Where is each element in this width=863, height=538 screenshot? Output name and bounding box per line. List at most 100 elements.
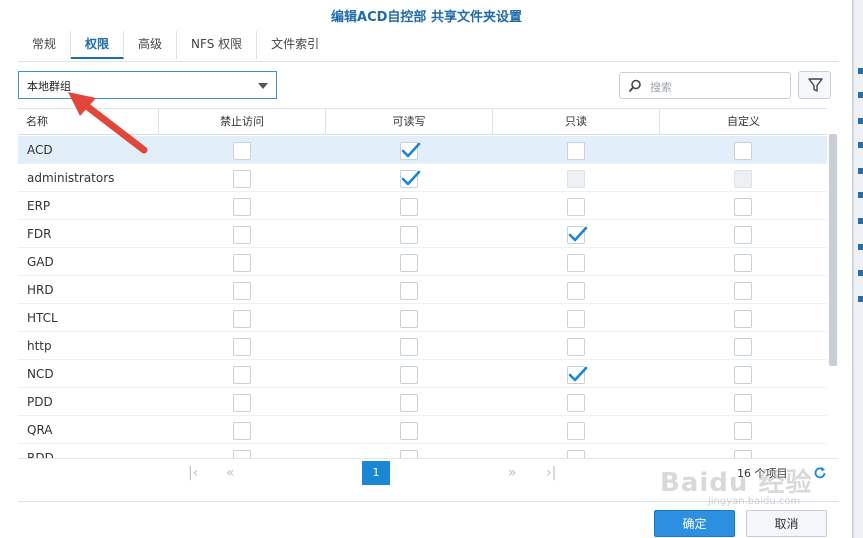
table-row[interactable]: NCD	[18, 360, 827, 388]
column-header-deny[interactable]: 禁止访问	[159, 109, 326, 135]
row-name: GAD	[27, 255, 54, 269]
tab-file-index[interactable]: 文件索引	[257, 31, 333, 59]
read-only-checkbox[interactable]	[567, 338, 585, 356]
deny-checkbox[interactable]	[233, 366, 251, 384]
row-name: RDD	[27, 451, 54, 458]
read-only-checkbox[interactable]	[567, 254, 585, 272]
tab-bar: 常规 权限 高级 NFS 权限 文件索引	[18, 31, 333, 59]
edge-tick	[858, 270, 863, 276]
last-page-button[interactable]: ›|	[546, 465, 556, 481]
read-write-checkbox[interactable]	[400, 450, 418, 458]
deny-checkbox[interactable]	[233, 422, 251, 440]
prev-page-button[interactable]: «	[226, 465, 235, 481]
read-write-checkbox[interactable]	[400, 422, 418, 440]
deny-checkbox[interactable]	[233, 450, 251, 458]
checkmark-icon	[568, 366, 588, 382]
filter-button[interactable]	[798, 71, 831, 99]
filter-icon	[808, 78, 823, 92]
custom-checkbox[interactable]	[734, 366, 752, 384]
deny-checkbox[interactable]	[233, 254, 251, 272]
custom-checkbox[interactable]	[734, 282, 752, 300]
first-page-button[interactable]: |‹	[188, 465, 198, 481]
edge-tick	[858, 142, 863, 148]
deny-checkbox[interactable]	[233, 198, 251, 216]
refresh-icon[interactable]	[813, 466, 827, 480]
read-write-checkbox[interactable]	[400, 170, 421, 188]
table-row[interactable]: FDR	[18, 220, 827, 248]
read-only-checkbox[interactable]	[567, 366, 588, 384]
ok-button[interactable]: 确定	[654, 510, 735, 537]
deny-checkbox[interactable]	[233, 142, 251, 160]
column-header-custom[interactable]: 自定义	[660, 109, 827, 135]
column-header-read-only[interactable]: 只读	[493, 109, 660, 135]
read-only-checkbox[interactable]	[567, 142, 585, 160]
read-only-checkbox[interactable]	[567, 198, 585, 216]
read-only-checkbox[interactable]	[567, 310, 585, 328]
read-write-checkbox[interactable]	[400, 254, 418, 272]
read-write-checkbox[interactable]	[400, 226, 418, 244]
deny-checkbox[interactable]	[233, 394, 251, 412]
checkmark-icon	[401, 170, 421, 186]
row-name: ACD	[27, 143, 53, 157]
custom-checkbox[interactable]	[734, 142, 752, 160]
search-icon	[628, 79, 641, 93]
tab-nfs-permissions[interactable]: NFS 权限	[177, 31, 258, 59]
deny-checkbox[interactable]	[233, 226, 251, 244]
next-page-button[interactable]: »	[508, 465, 517, 481]
read-write-checkbox[interactable]	[400, 198, 418, 216]
read-write-checkbox[interactable]	[400, 394, 418, 412]
read-only-checkbox[interactable]	[567, 226, 588, 244]
table-row[interactable]: HTCL	[18, 304, 827, 332]
table-scrollbar[interactable]	[829, 134, 837, 366]
read-only-checkbox[interactable]	[567, 282, 585, 300]
table-row[interactable]: PDD	[18, 388, 827, 416]
tab-advanced[interactable]: 高级	[124, 31, 178, 59]
deny-checkbox[interactable]	[233, 282, 251, 300]
row-name: PDD	[27, 395, 53, 409]
table-row[interactable]: GAD	[18, 248, 827, 276]
read-only-checkbox[interactable]	[567, 422, 585, 440]
custom-checkbox[interactable]	[734, 338, 752, 356]
search-placeholder: 搜索	[650, 81, 672, 94]
read-write-checkbox[interactable]	[400, 282, 418, 300]
custom-checkbox[interactable]	[734, 422, 752, 440]
current-page[interactable]: 1	[362, 461, 390, 485]
table-row[interactable]: administrators	[18, 164, 827, 192]
dialog-title: 编辑ACD自控部 共享文件夹设置	[331, 10, 522, 25]
read-only-checkbox[interactable]	[567, 394, 585, 412]
edge-tick	[858, 68, 863, 74]
tab-general[interactable]: 常规	[18, 31, 72, 59]
read-write-checkbox[interactable]	[400, 142, 421, 160]
deny-checkbox[interactable]	[233, 338, 251, 356]
search-input[interactable]: 搜索	[619, 72, 791, 99]
custom-checkbox[interactable]	[734, 310, 752, 328]
table-row[interactable]: QRA	[18, 416, 827, 444]
row-name: HRD	[27, 283, 54, 297]
deny-checkbox[interactable]	[233, 170, 251, 188]
column-header-read-write[interactable]: 可读写	[326, 109, 493, 135]
row-name: QRA	[27, 423, 53, 437]
edge-tick	[858, 168, 863, 174]
custom-checkbox[interactable]	[734, 394, 752, 412]
custom-checkbox[interactable]	[734, 450, 752, 458]
checkmark-icon	[401, 142, 421, 158]
read-write-checkbox[interactable]	[400, 338, 418, 356]
cancel-button[interactable]: 取消	[746, 510, 827, 537]
read-write-checkbox[interactable]	[400, 310, 418, 328]
tab-permissions[interactable]: 权限	[71, 31, 125, 59]
read-only-checkbox[interactable]	[567, 450, 585, 458]
row-name: HTCL	[27, 311, 58, 325]
deny-checkbox[interactable]	[233, 310, 251, 328]
custom-checkbox[interactable]	[734, 226, 752, 244]
row-name: ERP	[27, 199, 51, 213]
custom-checkbox[interactable]	[734, 254, 752, 272]
dialog: 编辑ACD自控部 共享文件夹设置 常规 权限 高级 NFS 权限 文件索引 本地…	[0, 0, 853, 538]
table-row[interactable]: RDD	[18, 444, 827, 458]
watermark-logo: Baidu 经验	[660, 468, 813, 498]
table-row[interactable]: ERP	[18, 192, 827, 220]
read-write-checkbox[interactable]	[400, 366, 418, 384]
table-row[interactable]: http	[18, 332, 827, 360]
checkmark-icon	[568, 226, 588, 242]
custom-checkbox[interactable]	[734, 198, 752, 216]
table-row[interactable]: HRD	[18, 276, 827, 304]
